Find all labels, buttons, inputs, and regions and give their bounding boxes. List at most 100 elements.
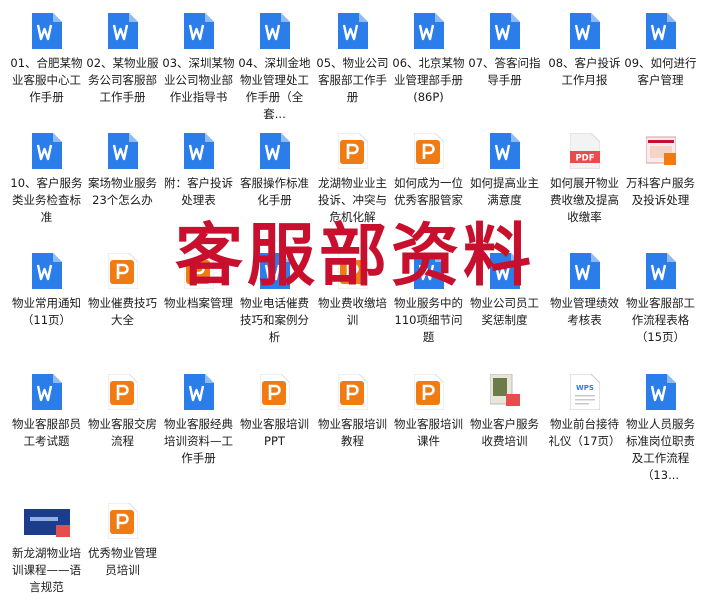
word-doc-icon [489,253,520,289]
svg-text:PDF: PDF [575,154,594,164]
file-item[interactable]: 物业客服培训课件 [390,361,467,450]
file-item[interactable]: 02、某物业服务公司客服部工作手册 [84,0,161,106]
file-item[interactable]: 09、如何进行客户管理 [622,0,699,89]
file-item[interactable]: 10、客户服务类业务检查标准 [8,120,85,226]
file-item[interactable]: 物业服务中的110项细节问题 [390,240,467,346]
file-item[interactable]: 附：客户投诉处理表 [160,120,237,209]
file-item[interactable]: 新龙湖物业培训课程——语言规范 [8,490,85,596]
word-doc-icon [183,13,214,49]
word-doc-icon [645,13,676,49]
file-label: 物业费收缴培训 [318,296,387,327]
file-item[interactable]: PDF 如何展开物业费收缴及提高收缴率 [546,120,623,226]
ppt-doc-icon [413,133,444,169]
word-doc-icon [31,133,62,169]
file-label: 物业客服经典培训资料—工作手册 [164,417,233,465]
file-label: 物业公司员工奖惩制度 [470,296,539,327]
file-label: 物业客服部员工考试题 [12,417,81,448]
file-label: 如何提高业主满意度 [470,176,539,207]
word-doc-icon [337,13,368,49]
file-item[interactable]: 08、客户投诉工作月报 [546,0,623,89]
word-doc-icon [31,374,62,410]
ppt-doc-icon [107,374,138,410]
file-label: 02、某物业服务公司客服部工作手册 [86,56,159,104]
ppt-doc-icon [337,374,368,410]
file-label: 08、客户投诉工作月报 [548,56,621,87]
file-item[interactable]: 物业客服交房流程 [84,361,161,450]
file-label: 09、如何进行客户管理 [624,56,697,87]
word-doc-icon [183,374,214,410]
word-doc-icon [489,133,520,169]
pdf-doc-icon: PDF [569,133,600,169]
file-label: 物业常用通知（11页） [12,296,81,327]
file-item[interactable]: WPS 物业前台接待礼仪（17页） [546,361,623,450]
file-label: 物业电话催费技巧和案例分析 [240,296,309,344]
file-item[interactable]: 物业客服培训PPT [236,361,313,450]
file-label: 01、合肥某物业客服中心工作手册 [10,56,83,104]
file-item[interactable]: 物业电话催费技巧和案例分析 [236,240,313,346]
file-label: 07、答客问指导手册 [468,56,541,87]
file-label: 优秀物业管理员培训 [88,546,157,577]
word-doc-icon [259,133,290,169]
file-label: 物业客服交房流程 [88,417,157,448]
file-label: 物业客服部工作流程表格（15页） [626,296,695,344]
file-item[interactable]: 物业档案管理 [160,240,237,312]
word-doc-icon [645,253,676,289]
word-doc-icon [645,374,676,410]
file-label: 03、深圳某物业公司物业部作业指导书 [162,56,235,104]
ppt-doc-icon [337,253,368,289]
file-label: 物业人员服务标准岗位职责及工作流程（13... [626,417,695,482]
word-doc-icon [569,13,600,49]
file-item[interactable]: 物业公司员工奖惩制度 [466,240,543,329]
file-item[interactable]: 01、合肥某物业客服中心工作手册 [8,0,85,106]
file-item[interactable]: 物业客服部员工考试题 [8,361,85,450]
file-label: 案场物业服务23个怎么办 [88,176,157,207]
doc-thumbnail-icon [645,133,676,169]
file-item[interactable]: 物业客服部工作流程表格（15页） [622,240,699,346]
file-label: 06、北京某物业管理部手册(86P) [392,56,465,104]
file-item[interactable]: 优秀物业管理员培训 [84,490,161,579]
word-doc-icon [183,133,214,169]
svg-text:WPS: WPS [576,384,594,392]
ppt-doc-icon [413,374,444,410]
wps-doc-icon: WPS [569,374,600,410]
file-item[interactable]: 06、北京某物业管理部手册(86P) [390,0,467,106]
file-item[interactable]: 物业客户服务收费培训 [466,361,543,450]
file-item[interactable]: 物业客服经典培训资料—工作手册 [160,361,237,467]
ppt-doc-icon [337,133,368,169]
file-item[interactable]: 万科客户服务及投诉处理 [622,120,699,209]
file-item[interactable]: 如何成为一位优秀客服管家 [390,120,467,209]
word-doc-icon [31,253,62,289]
ppt-doc-icon [183,253,214,289]
file-item[interactable]: 03、深圳某物业公司物业部作业指导书 [160,0,237,106]
file-label: 04、深圳金地物业管理处工作手册（全套... [238,56,311,121]
file-label: 物业客服培训课件 [394,417,463,448]
file-label: 物业服务中的110项细节问题 [394,296,463,344]
file-label: 10、客户服务类业务检查标准 [10,176,83,224]
file-item[interactable]: 物业客服培训教程 [314,361,391,450]
file-item[interactable]: 物业管理绩效考核表 [546,240,623,329]
file-item[interactable]: 07、答客问指导手册 [466,0,543,89]
file-item[interactable]: 案场物业服务23个怎么办 [84,120,161,209]
word-doc-icon [413,253,444,289]
word-doc-icon [413,13,444,49]
file-label: 物业前台接待礼仪（17页） [548,417,621,448]
file-label: 附：客户投诉处理表 [164,176,233,207]
file-item[interactable]: 物业催费技巧大全 [84,240,161,329]
file-grid: 01、合肥某物业客服中心工作手册 02、某物业服务公司客服部工作手册 03、深圳某物… [0,0,703,613]
word-doc-icon [259,253,290,289]
file-label: 如何展开物业费收缴及提高收缴率 [550,176,619,224]
file-label: 物业管理绩效考核表 [550,296,619,327]
file-item[interactable]: 如何提高业主满意度 [466,120,543,209]
file-item[interactable]: 物业常用通知（11页） [8,240,85,329]
file-label: 如何成为一位优秀客服管家 [394,176,463,207]
file-label: 物业客户服务收费培训 [470,417,539,448]
file-item[interactable]: 04、深圳金地物业管理处工作手册（全套... [236,0,313,123]
file-item[interactable]: 龙湖物业业主投诉、冲突与危机化解 [314,120,391,226]
file-item[interactable]: 物业人员服务标准岗位职责及工作流程（13... [622,361,699,484]
word-doc-icon [259,13,290,49]
file-item[interactable]: 客服操作标准化手册 [236,120,313,209]
file-item[interactable]: 05、物业公司客服部工作手册 [314,0,391,106]
file-item[interactable]: 物业费收缴培训 [314,240,391,329]
word-doc-icon [569,253,600,289]
word-doc-icon [31,13,62,49]
